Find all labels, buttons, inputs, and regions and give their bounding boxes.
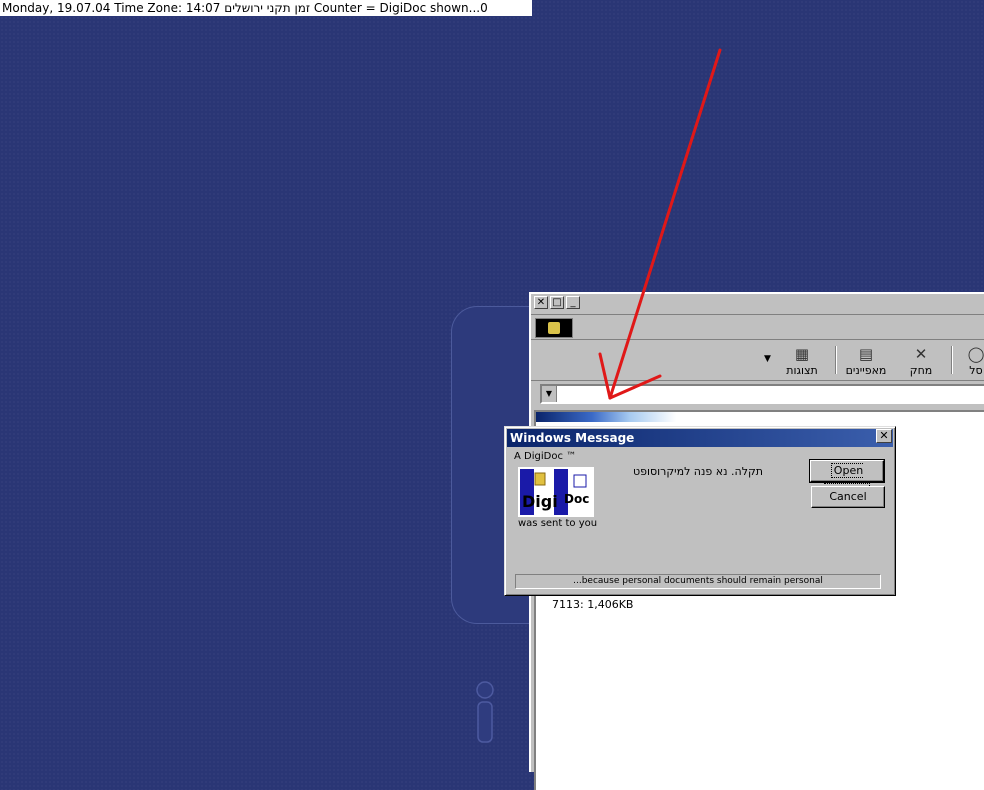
minimize-icon[interactable]: _ — [566, 296, 580, 309]
open-digidoc-button[interactable]: Open DigiDoc — [809, 459, 885, 498]
address-row: ▼ — [531, 380, 984, 406]
bin-label: סל — [969, 364, 983, 377]
views-label: תצוגות — [786, 364, 818, 377]
toolbar: ▼ ▦ תצוגות ▤ מאפיינים ✕ מחק ◯ סל — [531, 340, 984, 381]
views-button[interactable]: ▦ תצוגות — [777, 344, 827, 378]
close-icon[interactable]: ✕ — [534, 296, 548, 309]
delete-label: מחק — [909, 364, 933, 377]
properties-icon: ▤ — [858, 345, 874, 363]
cancel-button[interactable]: Cancel — [811, 486, 885, 508]
menu-strip — [531, 315, 984, 340]
address-combo[interactable]: ▼ — [540, 384, 984, 404]
properties-label: מאפיינים — [845, 364, 887, 377]
properties-button[interactable]: ▤ מאפיינים — [837, 344, 895, 378]
maximize-icon[interactable]: □ — [550, 296, 564, 309]
digidoc-logo-icon: Digi Doc — [518, 467, 594, 517]
dialog-message: תקלה. נא פנה למיקרוסופט — [632, 465, 763, 478]
dialog-status: ...because personal documents should rem… — [515, 574, 881, 589]
delete-icon: ✕ — [914, 345, 928, 363]
app-logo-icon — [535, 318, 573, 338]
delete-button[interactable]: ✕ מחק — [901, 344, 941, 378]
info-icon — [476, 681, 494, 743]
bin-icon: ◯ — [967, 345, 984, 363]
dialog-sent: was sent to you — [518, 518, 598, 529]
dialog-from: A DigiDoc ™ — [514, 451, 577, 462]
svg-text:Digi: Digi — [522, 492, 558, 511]
dropdown-arrow-icon[interactable]: ▼ — [764, 354, 771, 364]
close-icon[interactable]: ✕ — [876, 429, 892, 443]
chevron-down-icon[interactable]: ▼ — [542, 386, 557, 402]
svg-text:Doc: Doc — [564, 492, 589, 506]
windows-message-dialog: Windows Message ✕ A DigiDoc ™ Digi Doc w… — [504, 426, 896, 596]
views-icon: ▦ — [794, 345, 810, 363]
explorer-titlebar: ✕ □ _ — [531, 294, 984, 315]
status-bar: Monday, 19.07.04 Time Zone: 14:07 זמן תק… — [0, 0, 532, 16]
bin-button[interactable]: ◯ סל — [961, 344, 984, 378]
content-header-gradient — [536, 412, 984, 422]
dialog-title: Windows Message — [507, 429, 893, 447]
size-text: 7113: 1,406KB — [552, 598, 634, 611]
